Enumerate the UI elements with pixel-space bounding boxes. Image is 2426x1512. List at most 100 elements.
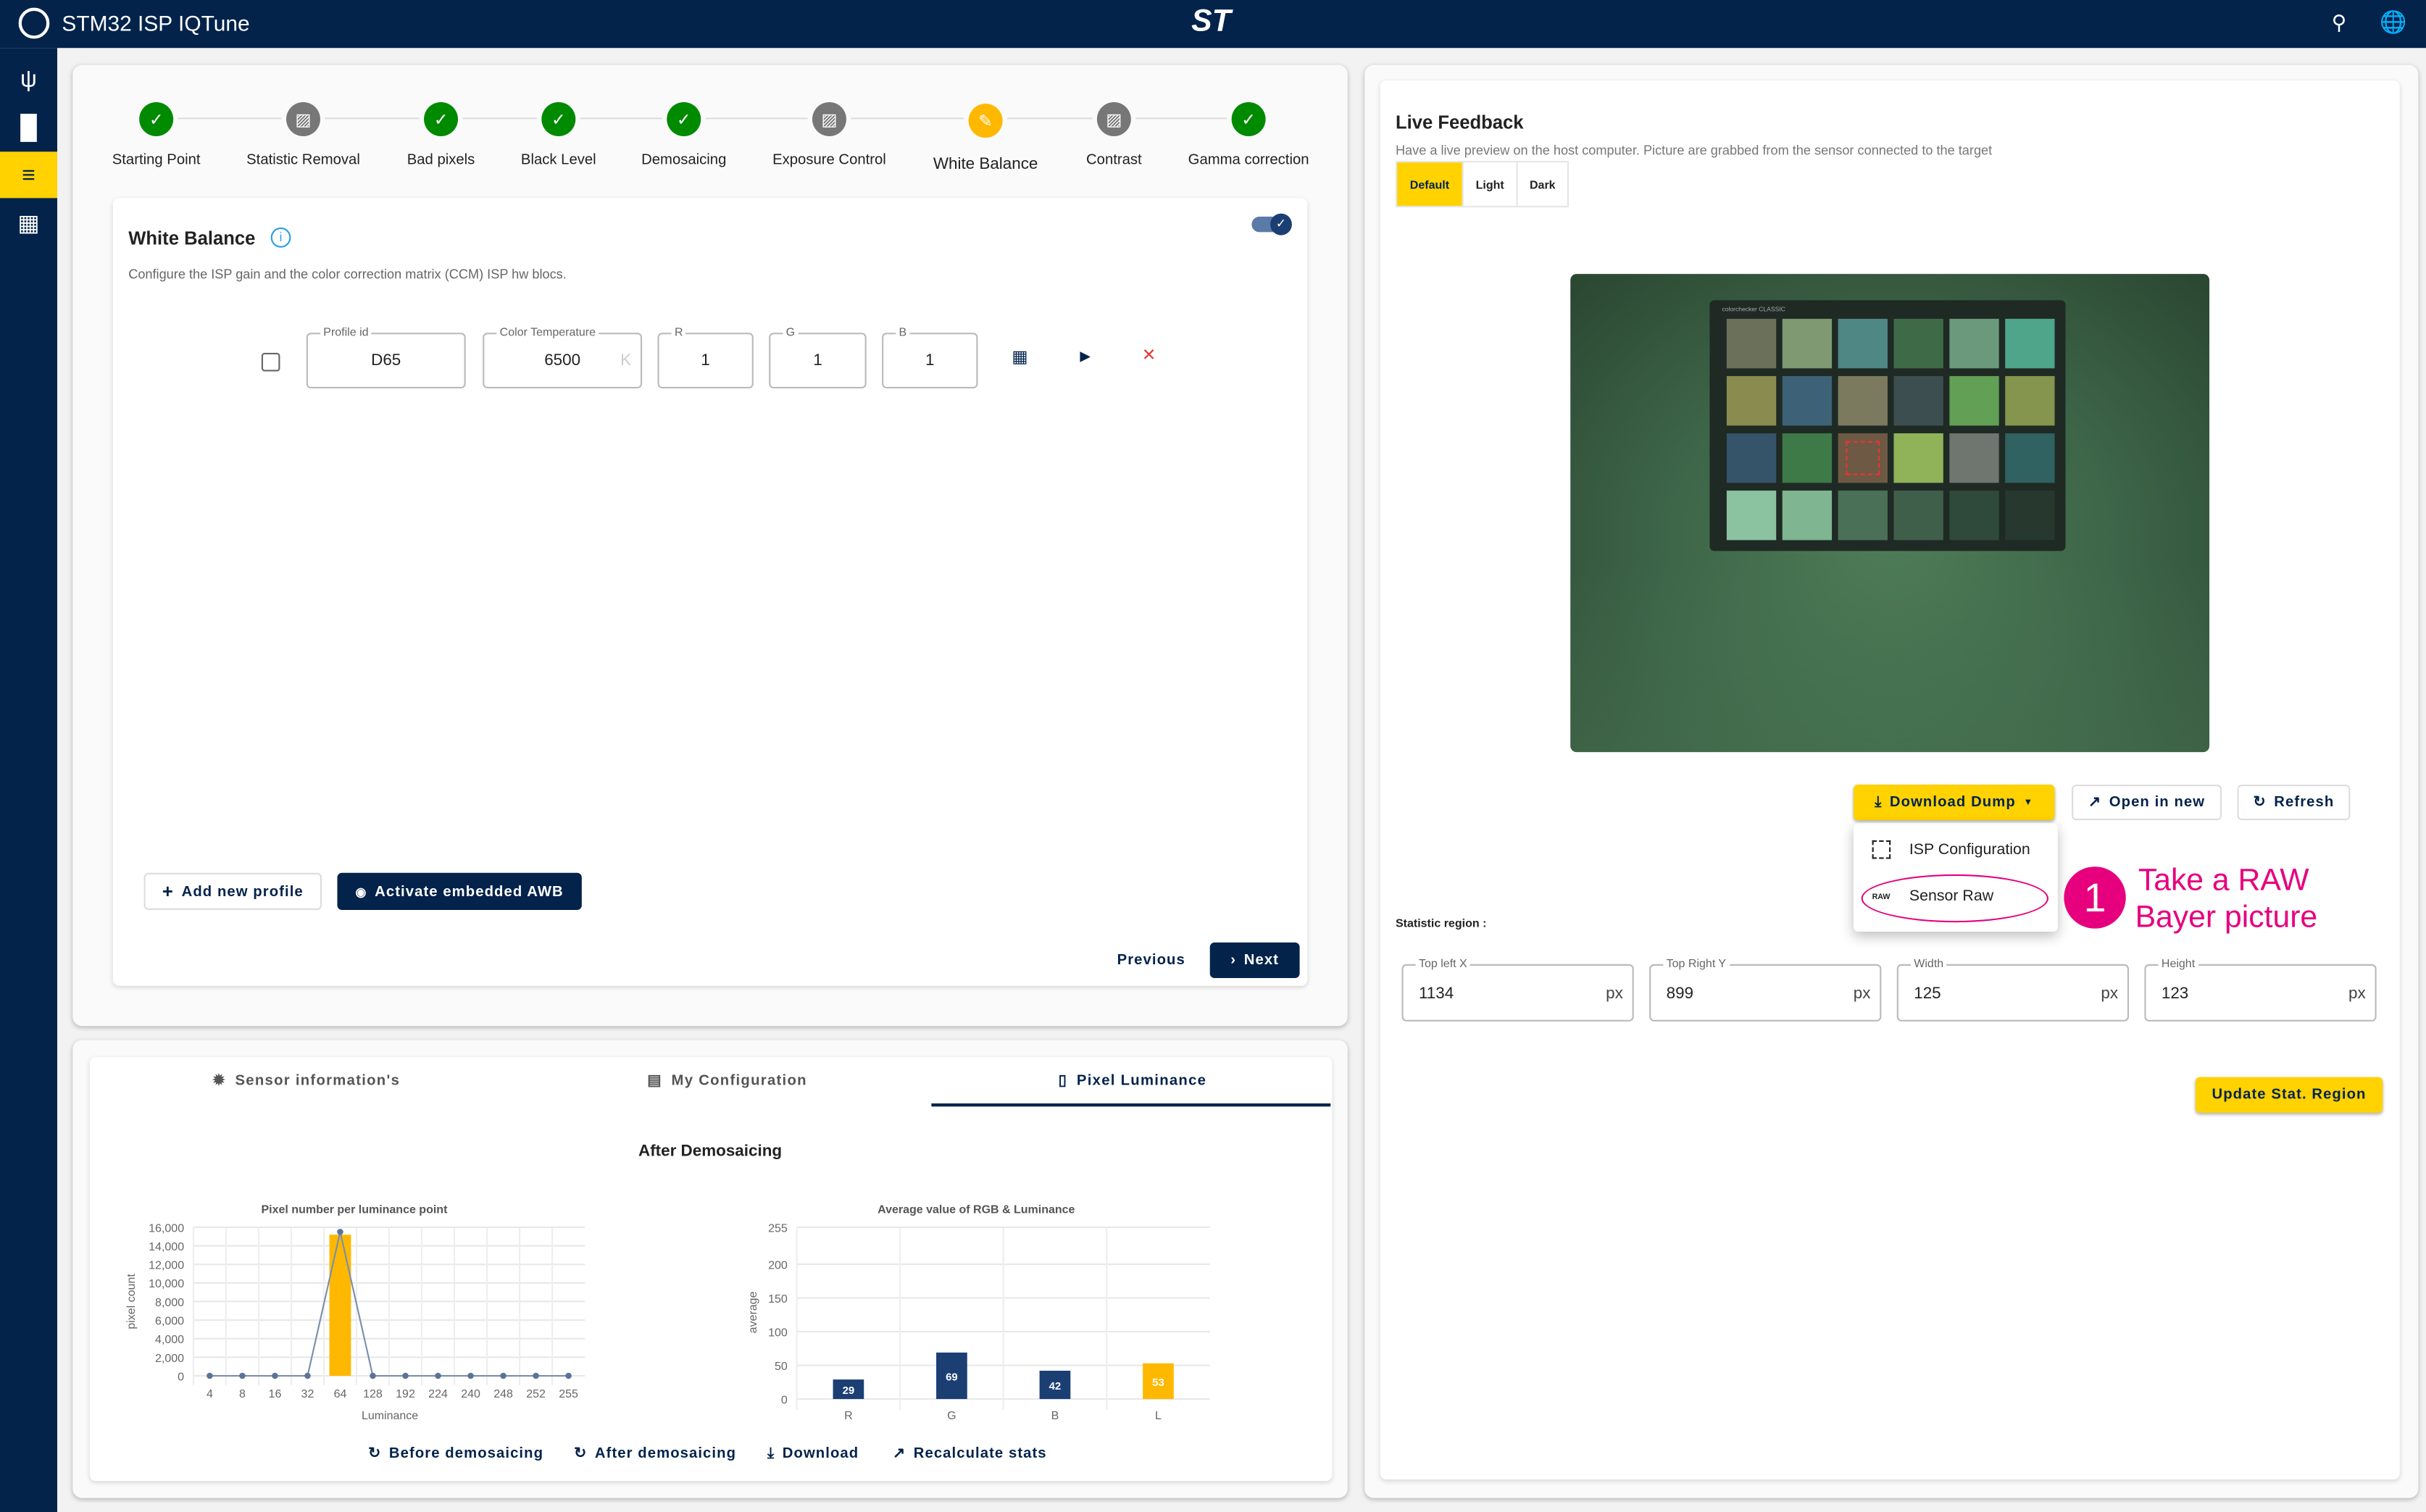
x-tick-label: R — [844, 1410, 853, 1422]
histogram-point — [337, 1229, 343, 1235]
live-description: Have a live preview on the host computer… — [1395, 142, 1993, 158]
color-patch — [1838, 319, 1888, 369]
x-tick-label: 224 — [428, 1388, 448, 1400]
color-patch — [1949, 376, 1999, 426]
color-patch — [1726, 490, 1777, 540]
histogram-point — [272, 1372, 278, 1379]
chart-brand-label: colorchecker CLASSIC — [1722, 304, 1785, 313]
x-tick-label: 252 — [526, 1388, 546, 1400]
y-tick-label: 2,000 — [155, 1353, 184, 1365]
stat-field-2[interactable]: Width 125 px — [1896, 956, 2130, 1022]
color-patch — [2005, 433, 2055, 483]
color-patch — [1838, 490, 1888, 540]
annotation-badge: 1 — [2064, 866, 2126, 929]
field-value: 125 — [1914, 984, 1941, 1003]
histogram-point — [565, 1372, 572, 1379]
histogram-point — [239, 1372, 246, 1379]
x-tick-label: 8 — [239, 1388, 246, 1400]
color-patch — [1726, 319, 1777, 369]
color-patch — [1782, 490, 1833, 540]
color-patch — [1893, 319, 1943, 369]
histogram-point — [467, 1372, 474, 1379]
unit-label: px — [1853, 984, 1871, 1003]
stat-field-0[interactable]: Top left X 1134 px — [1401, 956, 1634, 1022]
y-tick-label: 0 — [178, 1371, 184, 1383]
color-patch — [1949, 433, 1999, 483]
field-value: 1134 — [1418, 984, 1454, 1003]
stat-field-1[interactable]: Top Right Y 899 px — [1649, 956, 1882, 1022]
theme-toggle-group: Default Light Dark — [1395, 161, 1570, 208]
download-dump-button[interactable]: ⤓ Download Dump ▼ — [1853, 785, 2055, 821]
x-tick-label: 64 — [334, 1388, 347, 1400]
color-patch — [2005, 319, 2055, 369]
theme-light-button[interactable]: Light — [1462, 162, 1517, 206]
color-patch — [1782, 433, 1833, 483]
chart1-xlabel: Luminance — [362, 1410, 418, 1422]
color-patch — [1782, 319, 1833, 369]
caret-down-icon: ▼ — [2023, 798, 2034, 807]
y-tick-label: 6,000 — [155, 1316, 184, 1328]
chart1-ylabel: pixel count — [125, 1274, 138, 1329]
histogram-point — [402, 1372, 409, 1379]
button-label: Open in new — [2109, 793, 2206, 811]
download-dump-menu: ISP Configuration RAW Sensor Raw — [1853, 823, 2058, 932]
chart1-title: Pixel number per luminance point — [262, 1204, 449, 1216]
chart2-title: Average value of RGB & Luminance — [878, 1204, 1075, 1216]
color-patch — [1838, 433, 1888, 483]
y-tick-label: 255 — [768, 1222, 788, 1235]
highlight-ellipse — [1861, 874, 2049, 923]
field-label: Top left X — [1415, 956, 1471, 971]
x-tick-label: 192 — [396, 1388, 415, 1400]
bar-value-label: 53 — [1152, 1377, 1164, 1389]
stat-field-3[interactable]: Height 123 px — [2144, 956, 2377, 1022]
y-tick-label: 14,000 — [149, 1241, 184, 1253]
unit-label: px — [2101, 984, 2119, 1003]
button-label: Update Stat. Region — [2212, 1086, 2367, 1104]
color-patch — [1838, 376, 1888, 426]
annotation-line-2: Bayer picture — [2135, 901, 2318, 935]
live-preview-image[interactable]: colorchecker CLASSIC — [1570, 274, 2210, 753]
color-patch — [1782, 376, 1833, 426]
open-external-icon: ↗ — [2088, 793, 2102, 811]
x-tick-label: L — [1155, 1410, 1162, 1422]
bar-value-label: 42 — [1049, 1380, 1062, 1392]
theme-dark-button[interactable]: Dark — [1516, 162, 1567, 206]
refresh-icon: ↻ — [2253, 793, 2267, 811]
x-tick-label: 16 — [269, 1388, 282, 1400]
refresh-button[interactable]: ↻ Refresh — [2237, 785, 2351, 821]
theme-default-button[interactable]: Default — [1397, 162, 1462, 206]
field-label: Width — [1910, 956, 1947, 971]
color-patch — [1726, 433, 1777, 483]
color-patch — [1893, 490, 1943, 540]
color-patch — [2005, 376, 2055, 426]
y-tick-label: 12,000 — [149, 1260, 184, 1272]
open-in-new-button[interactable]: ↗ Open in new — [2072, 785, 2222, 821]
update-stat-region-button[interactable]: Update Stat. Region — [2195, 1077, 2383, 1113]
y-tick-label: 4,000 — [155, 1334, 184, 1346]
field-label: Top Right Y — [1663, 956, 1730, 971]
x-tick-label: 248 — [493, 1388, 513, 1400]
y-tick-label: 100 — [768, 1327, 788, 1339]
y-tick-label: 10,000 — [149, 1278, 184, 1290]
x-tick-label: 32 — [301, 1388, 314, 1400]
statistic-region-label: Statistic region : — [1395, 916, 1487, 930]
y-tick-label: 200 — [768, 1259, 788, 1271]
histogram-point — [207, 1372, 213, 1379]
color-patch — [1949, 319, 1999, 369]
y-tick-label: 150 — [768, 1293, 788, 1306]
live-feedback-card: Live Feedback Have a live preview on the… — [1380, 80, 2400, 1480]
color-patch — [1726, 376, 1777, 426]
bar-value-label: 69 — [946, 1371, 958, 1383]
unit-label: px — [2348, 984, 2366, 1003]
x-tick-label: B — [1051, 1410, 1059, 1422]
field-label: Height — [2158, 956, 2198, 971]
menu-item-label: ISP Configuration — [1909, 840, 2030, 859]
histogram-bar — [329, 1235, 351, 1377]
color-checker-chart: colorchecker CLASSIC — [1709, 300, 2066, 551]
color-patch — [2005, 490, 2055, 540]
menu-item-isp-configuration[interactable]: ISP Configuration — [1872, 840, 2030, 859]
x-tick-label: 255 — [559, 1388, 578, 1400]
histogram-point — [370, 1372, 376, 1379]
download-icon: ⤓ — [1875, 793, 1883, 811]
bar-value-label: 29 — [843, 1384, 855, 1397]
